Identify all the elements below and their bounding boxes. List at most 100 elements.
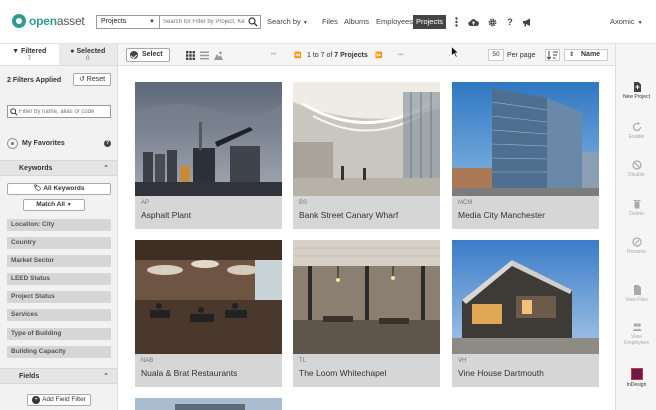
project-card[interactable]: TL The Loom Whitechapel	[293, 240, 440, 387]
keyword-filter-type-of-building[interactable]: Type of Building	[7, 328, 111, 340]
last-page-icon[interactable]: ⏭	[398, 52, 403, 59]
gear-icon[interactable]	[486, 15, 498, 29]
keyword-filter-location-city[interactable]: Location: City	[7, 219, 111, 231]
nav-files[interactable]: Files	[322, 17, 338, 26]
search-input[interactable]	[160, 16, 246, 28]
project-card[interactable]: MCM Media City Manchester	[452, 82, 599, 229]
refresh-icon	[632, 122, 641, 132]
per-page-input[interactable]: 50	[488, 49, 504, 61]
indesign-icon	[630, 368, 643, 380]
enable-button[interactable]: Enable	[616, 122, 656, 140]
filter-icon: ▼	[12, 48, 20, 55]
add-field-filter-button[interactable]: + Add Field Filter	[27, 394, 91, 406]
help-icon[interactable]: ?	[504, 15, 516, 29]
project-code: VH	[458, 358, 467, 364]
keyword-filter-project-status[interactable]: Project Status	[7, 291, 111, 303]
ban-icon	[631, 160, 642, 170]
project-thumbnail[interactable]	[135, 240, 282, 354]
new-project-button[interactable]: New Project	[616, 82, 656, 100]
project-code: AP	[141, 200, 150, 206]
keyword-filter-country[interactable]: Country	[7, 237, 111, 249]
upload-cloud-icon[interactable]	[467, 15, 479, 29]
project-thumbnail[interactable]	[293, 240, 440, 354]
select-button[interactable]: Select	[126, 48, 170, 62]
rename-button[interactable]: Rename	[616, 237, 656, 255]
nav-albums[interactable]: Albums	[344, 17, 369, 26]
project-thumbnail[interactable]	[452, 240, 599, 354]
nav-projects[interactable]: Projects	[413, 15, 446, 29]
project-thumbnail[interactable]	[293, 82, 440, 196]
project-name[interactable]: Asphalt Plant	[141, 210, 191, 220]
project-card[interactable]	[135, 398, 282, 410]
keyword-filter-building-capacity[interactable]: Building Capacity	[7, 346, 111, 358]
keywords-section-header[interactable]: Keywords ⌃	[0, 160, 117, 176]
sidebar-tabs: ▼ Filtered 7 ● Selected 0	[0, 44, 117, 66]
help-icon[interactable]: ?	[104, 140, 111, 147]
trash-icon	[633, 200, 640, 209]
caret-down-icon: ▼	[149, 19, 155, 25]
keyword-filter-market-sector[interactable]: Market Sector	[7, 255, 111, 267]
sort-field-select[interactable]: ⇕ Name	[564, 49, 608, 61]
logo[interactable]: openasset	[12, 14, 85, 28]
map-view-icon[interactable]	[214, 51, 223, 60]
indesign-button[interactable]: InDesign	[616, 368, 656, 388]
file-icon	[633, 285, 641, 295]
keyword-filter-services[interactable]: Services	[7, 309, 111, 321]
caret-down-icon: ▼	[302, 20, 308, 26]
project-card[interactable]: AP Asphalt Plant	[135, 82, 282, 229]
grid-view-icon[interactable]	[186, 51, 195, 60]
sort-direction-button[interactable]	[545, 49, 560, 61]
favorites-icon	[7, 137, 18, 149]
filtered-count: 7	[27, 56, 31, 62]
filters-applied-text: 2 Filters Applied	[7, 77, 62, 84]
project-thumbnail[interactable]	[135, 82, 282, 196]
my-favorites-toggle[interactable]: My Favorites ?	[7, 137, 111, 151]
megaphone-icon[interactable]	[521, 15, 533, 29]
project-code: BS	[299, 200, 308, 206]
caret-down-icon: ▼	[66, 202, 72, 208]
all-keywords-button[interactable]: 🏷 All Keywords	[7, 183, 111, 195]
previous-page-icon[interactable]: ⏪	[294, 52, 301, 59]
project-card[interactable]: NAB Nuala & Brat Restaurants	[135, 240, 282, 387]
chevron-up-icon: ⌃	[103, 165, 109, 172]
project-name[interactable]: Nuala & Brat Restaurants	[141, 368, 237, 378]
more-vertical-icon[interactable]	[450, 15, 462, 29]
first-page-icon[interactable]: ⏮	[271, 52, 276, 59]
search-by-menu[interactable]: Search by ▼	[267, 17, 308, 26]
filter-search-box[interactable]	[7, 105, 111, 118]
filter-search-input[interactable]	[19, 106, 111, 117]
search-box[interactable]	[159, 15, 261, 29]
view-employees-button[interactable]: View Employees	[616, 322, 656, 346]
actions-sidebar: New Project Enable Disable Delete Rename…	[615, 44, 656, 410]
project-name[interactable]: Vine House Dartmouth	[458, 368, 544, 378]
disable-button[interactable]: Disable	[616, 160, 656, 178]
project-thumbnail[interactable]	[135, 398, 282, 410]
keyword-filter-leed-status[interactable]: LEED Status	[7, 273, 111, 285]
projects-grid: AP Asphalt Plant BS Bank Street Canary W…	[118, 66, 615, 410]
fields-section-header[interactable]: Fields ⌃	[0, 368, 117, 384]
tab-selected[interactable]: ● Selected 0	[58, 44, 117, 65]
project-thumbnail[interactable]	[452, 82, 599, 196]
project-name[interactable]: Bank Street Canary Wharf	[299, 210, 398, 220]
project-name[interactable]: Media City Manchester	[458, 210, 545, 220]
delete-button[interactable]: Delete	[616, 199, 656, 217]
mouse-cursor-icon	[451, 46, 459, 58]
match-all-select[interactable]: Match All ▼	[23, 199, 85, 211]
top-nav: openasset Projects ▼ Search by ▼ Files A…	[0, 0, 656, 44]
per-page-label: Per page	[507, 52, 536, 59]
user-menu[interactable]: Axomic ▼	[610, 17, 643, 26]
tab-filtered[interactable]: ▼ Filtered 7	[0, 44, 59, 65]
project-name[interactable]: The Loom Whitechapel	[299, 368, 386, 378]
search-icon[interactable]	[248, 17, 258, 27]
project-code: MCM	[458, 200, 473, 206]
reset-button[interactable]: ↺ Reset	[73, 73, 111, 86]
nav-employees[interactable]: Employees	[376, 17, 413, 26]
project-card[interactable]: BS Bank Street Canary Wharf	[293, 82, 440, 229]
check-circle-icon: ●	[70, 48, 75, 55]
list-view-icon[interactable]	[200, 51, 209, 60]
next-page-icon[interactable]: ⏩	[375, 52, 382, 59]
users-icon	[632, 323, 642, 331]
project-card[interactable]: VH Vine House Dartmouth	[452, 240, 599, 387]
search-scope-select[interactable]: Projects ▼	[96, 15, 159, 29]
view-files-button[interactable]: View Files	[616, 285, 656, 303]
